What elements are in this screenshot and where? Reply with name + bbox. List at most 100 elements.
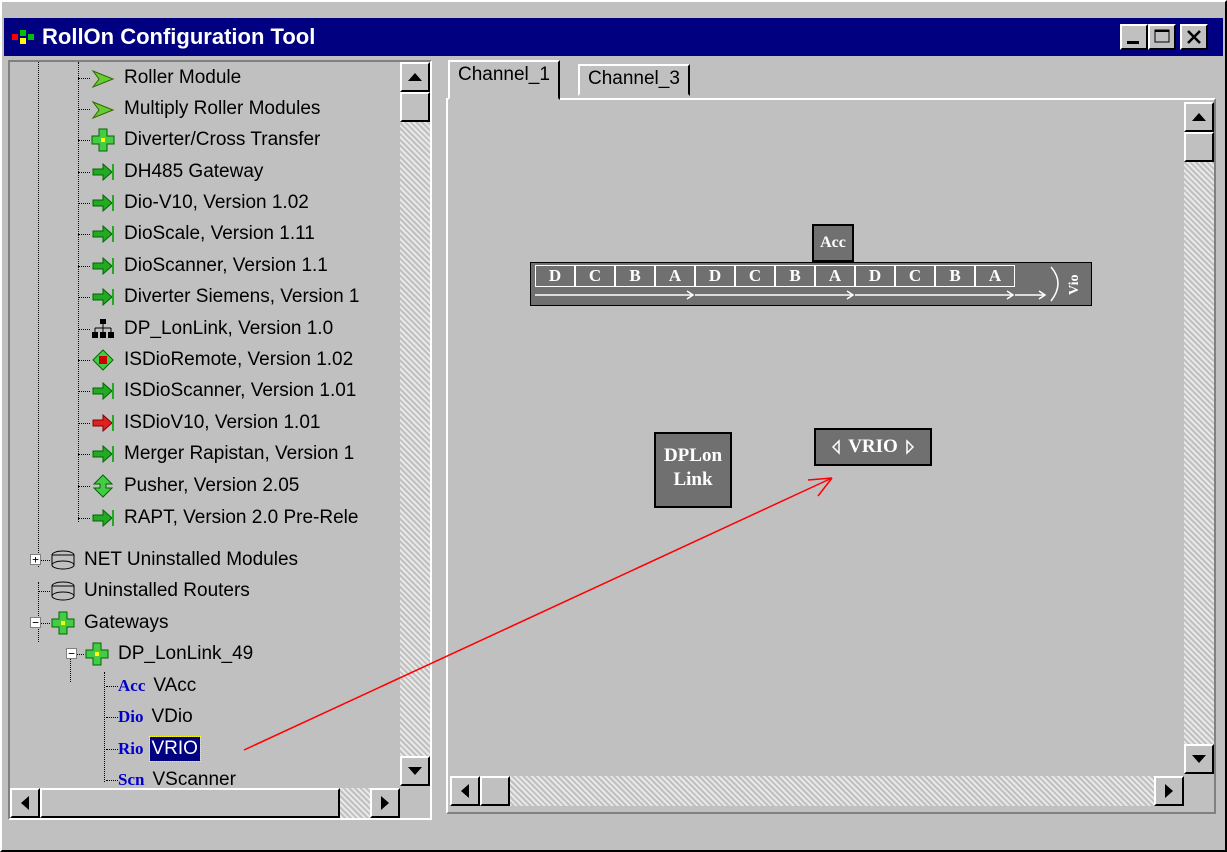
tab-channel-3[interactable]: Channel_3: [578, 64, 690, 96]
tree-horizontal-scrollbar[interactable]: [10, 788, 400, 818]
chevron-right-icon: [906, 439, 914, 455]
tree-item-label: Uninstalled Routers: [84, 580, 250, 601]
scroll-corner: [1184, 776, 1214, 806]
tree-item[interactable]: Dio VDio: [106, 701, 195, 733]
dioscanner-icon: [90, 253, 116, 279]
tree-guide-line: [38, 62, 39, 567]
tree-item[interactable]: DP_LonLink_49: [72, 638, 255, 670]
module-bus[interactable]: D C B A D C B A D C B A Vio: [530, 262, 1092, 306]
tree-item[interactable]: NET Uninstalled Modules: [38, 544, 300, 576]
dplonlink-label-line2: Link: [673, 469, 713, 490]
scroll-up-button[interactable]: [1184, 102, 1214, 132]
tree-connector: [78, 78, 90, 79]
dplonlink-label-line1: DPLon: [663, 445, 723, 466]
tree-item[interactable]: Uninstalled Routers: [38, 575, 252, 607]
dio-v10-icon: [90, 190, 116, 216]
tree-guide-line: [78, 62, 79, 522]
isdiov10-icon: [90, 410, 116, 436]
collapse-button[interactable]: −: [66, 648, 77, 659]
tree-item[interactable]: DP_LonLink, Version 1.0: [78, 313, 335, 345]
tree-connector: [106, 717, 118, 718]
tree-item-label: VAcc: [153, 675, 197, 696]
tree-item[interactable]: ISDioScanner, Version 1.01: [78, 375, 358, 407]
diverter-siemens-icon: [90, 284, 116, 310]
tree-item-label: Merger Rapistan, Version 1: [124, 443, 355, 464]
scroll-thumb[interactable]: [400, 92, 430, 122]
title-bar[interactable]: RollOn Configuration Tool: [4, 18, 1223, 56]
tree-connector: [78, 140, 90, 141]
tree-vertical-scrollbar[interactable]: [400, 62, 430, 786]
tree-item[interactable]: ISDioRemote, Version 1.02: [78, 344, 355, 376]
tree-connector: [78, 391, 90, 392]
tree-item[interactable]: Rio VRIO: [106, 733, 201, 765]
scroll-left-button[interactable]: [450, 776, 480, 806]
acc-block[interactable]: Acc: [812, 224, 854, 262]
tree-item[interactable]: ISDioV10, Version 1.01: [78, 407, 322, 439]
tree-item[interactable]: Gateways: [38, 607, 170, 639]
scroll-thumb[interactable]: [1184, 132, 1214, 162]
isdioscanner-icon: [90, 378, 116, 404]
channel-view-pane: Channel_1 Channel_3 Acc D C B A D C B A D C B A Vio …: [442, 60, 1220, 820]
app-window: RollOn Configuration Tool Roller Module M…: [0, 0, 1227, 852]
tree-item-label: ISDioRemote, Version 1.02: [124, 349, 354, 370]
dp-lonlink-icon: [90, 316, 116, 342]
tree-connector: [106, 749, 118, 750]
module-tree: Roller Module Multiply Roller Modules Dive…: [10, 62, 402, 792]
multiply-roller-icon: [90, 96, 116, 122]
scroll-down-button[interactable]: [400, 756, 430, 786]
expand-button[interactable]: +: [30, 554, 41, 565]
tree-item[interactable]: Diverter/Cross Transfer: [78, 124, 322, 156]
tree-connector: [78, 329, 90, 330]
tree-connector: [78, 360, 90, 361]
tree-connector: [38, 591, 50, 592]
rapt-icon: [90, 505, 116, 531]
tree-connector: [78, 518, 90, 519]
tree-connector: [78, 297, 90, 298]
tree-connector: [78, 234, 90, 235]
tab-channel-1[interactable]: Channel_1: [448, 60, 560, 100]
tree-item[interactable]: Multiply Roller Modules: [78, 93, 322, 125]
vrio-label: VRIO: [848, 436, 898, 457]
scroll-thumb[interactable]: [40, 788, 340, 818]
tree-item[interactable]: RAPT, Version 2.0 Pre-Rele: [78, 502, 360, 534]
tree-item-label: RAPT, Version 2.0 Pre-Rele: [124, 507, 359, 528]
tree-item[interactable]: Acc VAcc: [106, 670, 198, 702]
tree-connector: [78, 486, 90, 487]
vio-label: Vio: [1067, 274, 1082, 296]
vrio-block[interactable]: VRIO: [814, 428, 932, 466]
tree-item-label: DP_LonLink, Version 1.0: [124, 318, 334, 339]
tree-item-label: DP_LonLink_49: [118, 643, 254, 664]
tree-item[interactable]: Merger Rapistan, Version 1: [78, 438, 356, 470]
tree-item-label: Pusher, Version 2.05: [124, 475, 300, 496]
tree-item[interactable]: DioScanner, Version 1.1: [78, 250, 330, 282]
pusher-icon: [90, 473, 116, 499]
minimize-button[interactable]: [1120, 24, 1148, 50]
tree-item[interactable]: Dio-V10, Version 1.02: [78, 187, 311, 219]
isdioremote-icon: [90, 347, 116, 373]
gateway-icon: [84, 641, 110, 667]
canvas-vertical-scrollbar[interactable]: [1184, 102, 1214, 774]
collapse-button[interactable]: −: [30, 617, 41, 628]
tree-connector: [78, 172, 90, 173]
dplonlink-block[interactable]: DPLon Link: [654, 432, 732, 508]
tree-item[interactable]: Diverter Siemens, Version 1: [78, 281, 362, 313]
scroll-left-button[interactable]: [10, 788, 40, 818]
roller-module-icon: [90, 65, 116, 91]
maximize-button[interactable]: [1148, 24, 1176, 50]
scroll-right-button[interactable]: [1154, 776, 1184, 806]
close-button[interactable]: [1180, 24, 1208, 50]
tree-item-label: ISDioScanner, Version 1.01: [124, 380, 357, 401]
scroll-thumb[interactable]: [480, 776, 510, 806]
scroll-down-button[interactable]: [1184, 744, 1214, 774]
tree-item[interactable]: Roller Module: [78, 62, 243, 94]
tree-item-label: Dio-V10, Version 1.02: [124, 192, 309, 213]
tree-item-label: Roller Module: [124, 67, 242, 88]
chevron-left-icon: [832, 439, 840, 455]
canvas-horizontal-scrollbar[interactable]: [450, 776, 1184, 806]
scroll-up-button[interactable]: [400, 62, 430, 92]
tree-item[interactable]: Pusher, Version 2.05: [78, 470, 301, 502]
scroll-right-button[interactable]: [370, 788, 400, 818]
tree-item[interactable]: DH485 Gateway: [78, 156, 265, 188]
tree-item[interactable]: DioScale, Version 1.11: [78, 218, 317, 250]
channel-canvas[interactable]: Acc D C B A D C B A D C B A Vio DPLon Link VRIO: [446, 98, 1216, 814]
